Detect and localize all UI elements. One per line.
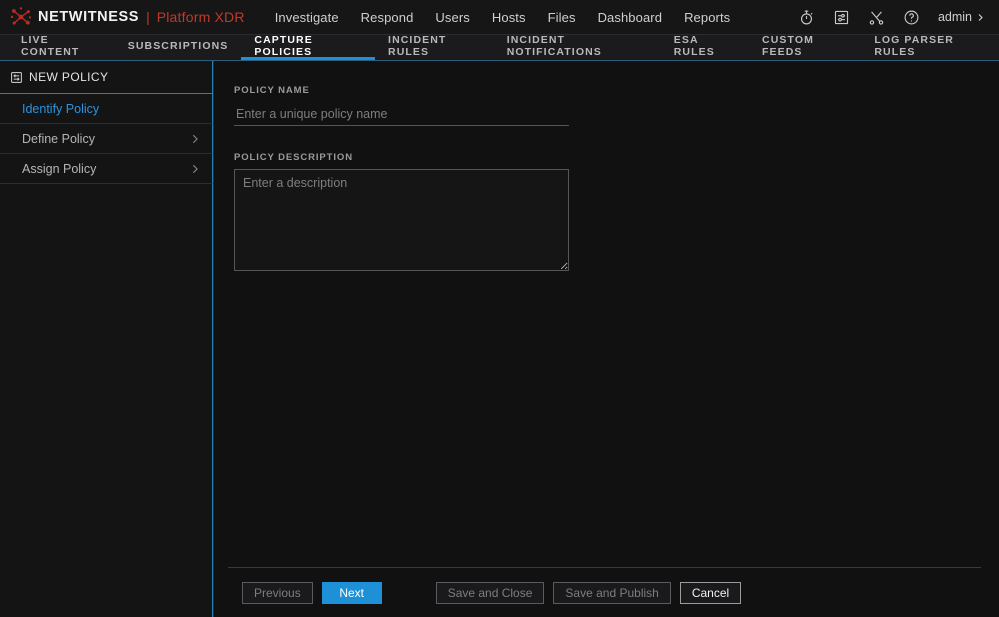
tab-incident-notifications[interactable]: INCIDENT NOTIFICATIONS xyxy=(494,35,661,60)
save-and-publish-button[interactable]: Save and Publish xyxy=(553,582,670,604)
cancel-button[interactable]: Cancel xyxy=(680,582,741,604)
nav-item-files[interactable]: Files xyxy=(548,0,576,35)
chevron-right-icon xyxy=(976,13,985,22)
tab-log-parser-rules[interactable]: LOG PARSER RULES xyxy=(861,35,999,60)
previous-button[interactable]: Previous xyxy=(242,582,313,604)
wizard-footer-actions: Previous Next Save and Close Save and Pu… xyxy=(228,567,981,617)
wizard-step-list: Identify Policy Define Policy Assign Pol… xyxy=(0,94,213,184)
main-content-panel: POLICY NAME POLICY DESCRIPTION Previous … xyxy=(214,61,999,617)
nav-item-dashboard[interactable]: Dashboard xyxy=(598,0,663,35)
identify-policy-form: POLICY NAME POLICY DESCRIPTION xyxy=(214,61,999,567)
tools-icon[interactable] xyxy=(868,9,885,26)
nav-item-hosts[interactable]: Hosts xyxy=(492,0,526,35)
tab-subscriptions[interactable]: SUBSCRIPTIONS xyxy=(115,35,242,60)
nav-item-investigate[interactable]: Investigate xyxy=(275,0,339,35)
sidebar-item-label: Define Policy xyxy=(22,132,95,146)
brand-name: NETWITNESS xyxy=(38,9,139,25)
user-menu-admin[interactable]: admin xyxy=(938,10,985,24)
tab-incident-rules[interactable]: INCIDENT RULES xyxy=(375,35,494,60)
tab-custom-feeds[interactable]: CUSTOM FEEDS xyxy=(749,35,861,60)
page-body: NEW POLICY Identify Policy Define Policy… xyxy=(0,61,999,617)
user-menu-label: admin xyxy=(938,10,972,24)
policy-wizard-sidebar: NEW POLICY Identify Policy Define Policy… xyxy=(0,61,214,617)
nav-item-reports[interactable]: Reports xyxy=(684,0,730,35)
sidebar-empty-space xyxy=(0,184,213,617)
brand-subtitle: Platform XDR xyxy=(157,9,245,25)
tab-esa-rules[interactable]: ESA RULES xyxy=(661,35,749,60)
save-and-close-button[interactable]: Save and Close xyxy=(436,582,545,604)
chevron-right-icon xyxy=(190,134,200,144)
nav-item-respond[interactable]: Respond xyxy=(361,0,414,35)
tab-live-content[interactable]: LIVE CONTENT xyxy=(8,35,115,60)
sidebar-item-label: Assign Policy xyxy=(22,162,96,176)
new-document-icon xyxy=(10,71,23,84)
sidebar-item-assign-policy[interactable]: Assign Policy xyxy=(0,154,213,184)
secondary-navigation-tabs: LIVE CONTENT SUBSCRIPTIONS CAPTURE POLIC… xyxy=(0,35,999,61)
policy-description-textarea[interactable] xyxy=(234,169,569,271)
policy-name-input[interactable] xyxy=(234,102,569,126)
configure-icon[interactable] xyxy=(833,9,850,26)
tab-capture-policies[interactable]: CAPTURE POLICIES xyxy=(241,35,375,60)
netwitness-logo-icon xyxy=(10,6,32,28)
sidebar-item-identify-policy[interactable]: Identify Policy xyxy=(0,94,213,124)
chevron-right-icon xyxy=(190,164,200,174)
nav-item-users[interactable]: Users xyxy=(435,0,469,35)
policy-description-field-group: POLICY DESCRIPTION xyxy=(234,152,999,276)
policy-description-label: POLICY DESCRIPTION xyxy=(234,152,999,163)
help-icon[interactable] xyxy=(903,9,920,26)
sidebar-item-label: Identify Policy xyxy=(22,102,99,116)
policy-name-label: POLICY NAME xyxy=(234,85,999,96)
next-button[interactable]: Next xyxy=(322,582,382,604)
sidebar-title-bar: NEW POLICY xyxy=(0,61,213,94)
top-header-bar: NETWITNESS | Platform XDR Investigate Re… xyxy=(0,0,999,35)
brand-separator: | xyxy=(146,9,150,25)
policy-name-field-group: POLICY NAME xyxy=(234,85,999,126)
sidebar-item-define-policy[interactable]: Define Policy xyxy=(0,124,213,154)
stopwatch-icon[interactable] xyxy=(798,9,815,26)
brand-logo-group[interactable]: NETWITNESS | Platform XDR xyxy=(10,6,245,28)
header-actions: admin xyxy=(798,9,985,26)
sidebar-title-label: NEW POLICY xyxy=(29,70,108,84)
primary-navigation: Investigate Respond Users Hosts Files Da… xyxy=(275,0,731,35)
